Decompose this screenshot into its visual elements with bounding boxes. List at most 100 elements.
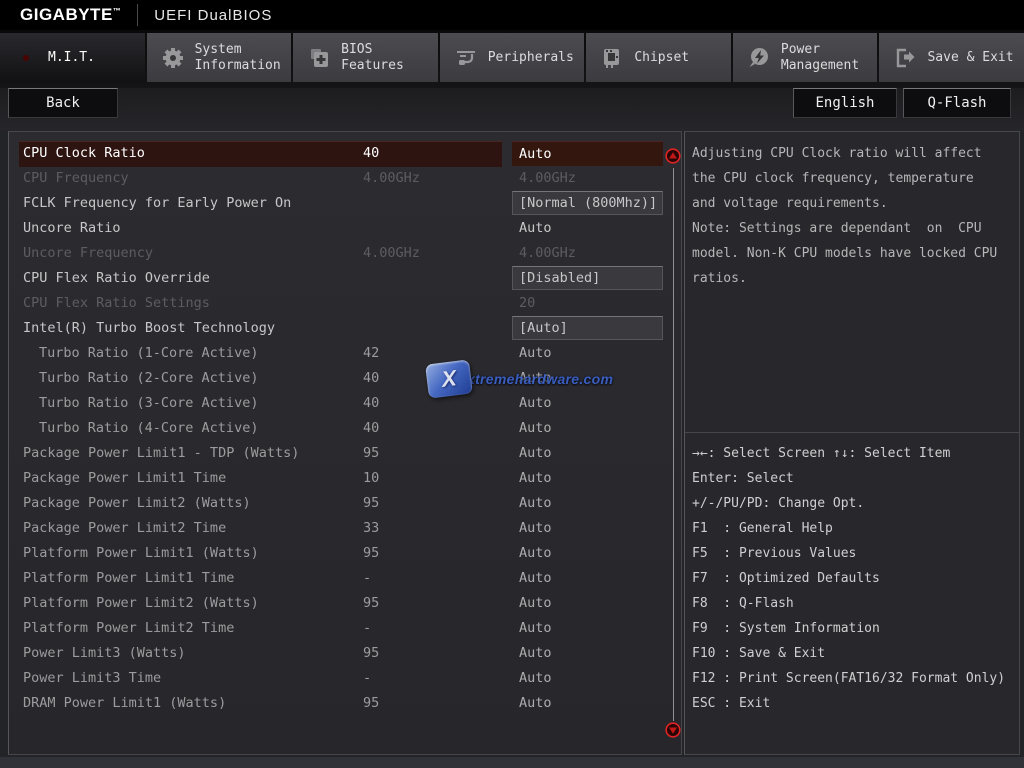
settings-list: CPU Clock Ratio 40 Auto CPU Frequency 4.… [9,141,681,716]
setting-label: DRAM Power Limit1 (Watts) [23,691,226,716]
settings-row[interactable]: Package Power Limit1 - TDP (Watts) 95 Au… [9,441,681,466]
tab-bios-features[interactable]: BIOS Features [293,33,438,82]
bottom-strip [0,757,1024,768]
setting-label: Package Power Limit1 Time [23,466,226,491]
setting-label: Platform Power Limit2 (Watts) [23,591,259,616]
key-legend-line: F8 : Q-Flash [692,591,1017,616]
help-line: model. Non-K CPU models have locked CPU [692,241,1015,266]
setting-value: 95 [363,641,379,666]
tab-save-exit[interactable]: Save & Exit [879,33,1024,82]
setting-label: CPU Frequency [23,166,129,191]
setting-option: Auto [512,641,663,666]
setting-label: Package Power Limit1 - TDP (Watts) [23,441,299,466]
help-line: Adjusting CPU Clock ratio will affect [692,141,1015,166]
setting-option: Auto [512,216,663,241]
setting-option: [Disabled] [512,266,663,290]
setting-value: 95 [363,691,379,716]
setting-value: 95 [363,441,379,466]
key-legend-line: F9 : System Information [692,616,1017,641]
bios-chip-icon [307,46,331,70]
qflash-button[interactable]: Q-Flash [903,88,1011,118]
settings-row[interactable]: CPU Flex Ratio Settings 20 [9,291,681,316]
key-legend-line: →←: Select Screen ↑↓: Select Item [692,441,1017,466]
tab-system-information[interactable]: System Information [147,33,292,82]
setting-option: Auto [512,416,663,441]
setting-label: Intel(R) Turbo Boost Technology [23,316,275,341]
setting-label: Uncore Ratio [23,216,121,241]
mit-led-icon [14,46,38,70]
setting-value: 95 [363,591,379,616]
setting-value: 4.00GHz [363,241,420,266]
setting-value: 10 [363,466,379,491]
setting-option: [Normal (800Mhz)] [512,191,663,215]
settings-row[interactable]: CPU Clock Ratio 40 Auto [9,141,681,166]
settings-row[interactable]: Intel(R) Turbo Boost Technology [Auto] [9,316,681,341]
settings-row[interactable]: Package Power Limit1 Time 10 Auto [9,466,681,491]
setting-label: Turbo Ratio (3-Core Active) [39,391,258,416]
setting-label: Platform Power Limit1 (Watts) [23,541,259,566]
setting-option: Auto [512,541,663,566]
settings-row[interactable]: Power Limit3 (Watts) 95 Auto [9,641,681,666]
settings-row[interactable]: Package Power Limit2 Time 33 Auto [9,516,681,541]
setting-label: Package Power Limit2 (Watts) [23,491,251,516]
chipset-icon [600,46,624,70]
setting-label: CPU Flex Ratio Override [23,266,210,291]
top-bar: GIGABYTE™ UEFI DualBIOS [0,0,1024,30]
back-button[interactable]: Back [8,88,118,118]
setting-label: Power Limit3 Time [23,666,161,691]
setting-value: 40 [363,366,379,391]
help-line: and voltage requirements. [692,191,1015,216]
setting-label: CPU Flex Ratio Settings [23,291,210,316]
key-legend-line: F1 : General Help [692,516,1017,541]
settings-row[interactable]: Platform Power Limit2 (Watts) 95 Auto [9,591,681,616]
key-legend-line: Enter: Select [692,466,1017,491]
setting-option: Auto [512,491,663,516]
settings-row[interactable]: CPU Frequency 4.00GHz 4.00GHz [9,166,681,191]
settings-row[interactable]: Turbo Ratio (1-Core Active) 42 Auto [9,341,681,366]
settings-row[interactable]: Package Power Limit2 (Watts) 95 Auto [9,491,681,516]
settings-row[interactable]: Uncore Ratio Auto [9,216,681,241]
setting-option: Auto [512,516,663,541]
setting-value: - [363,666,371,691]
setting-value: 40 [363,141,379,166]
settings-row[interactable]: Platform Power Limit1 (Watts) 95 Auto [9,541,681,566]
settings-row[interactable]: Uncore Frequency 4.00GHz 4.00GHz [9,241,681,266]
setting-option: 4.00GHz [512,166,663,191]
gear-icon [161,46,185,70]
setting-option: Auto [512,141,663,166]
setting-option: Auto [512,616,663,641]
settings-row[interactable]: DRAM Power Limit1 (Watts) 95 Auto [9,691,681,716]
tab-chipset[interactable]: Chipset [586,33,731,82]
setting-option: Auto [512,366,663,391]
key-legend-line: F7 : Optimized Defaults [692,566,1017,591]
setting-option: Auto [512,566,663,591]
gigabyte-logo: GIGABYTE™ [20,5,121,25]
setting-value: 4.00GHz [363,166,420,191]
help-line: ratios. [692,266,1015,291]
setting-label: Turbo Ratio (4-Core Active) [39,416,258,441]
help-line: the CPU clock frequency, temperature [692,166,1015,191]
settings-row[interactable]: Platform Power Limit1 Time - Auto [9,566,681,591]
settings-row[interactable]: Platform Power Limit2 Time - Auto [9,616,681,641]
power-bolt-icon [747,46,771,70]
tab-peripherals[interactable]: Peripherals [440,33,585,82]
language-button[interactable]: English [793,88,897,118]
settings-row[interactable]: Turbo Ratio (2-Core Active) 40 Auto [9,366,681,391]
trademark-symbol: ™ [113,6,122,15]
help-text: Adjusting CPU Clock ratio will affectthe… [692,141,1015,291]
tab-power-management[interactable]: Power Management [733,33,878,82]
setting-option: 4.00GHz [512,241,663,266]
setting-value: - [363,616,371,641]
setting-label: Uncore Frequency [23,241,153,266]
settings-row[interactable]: CPU Flex Ratio Override [Disabled] [9,266,681,291]
settings-row[interactable]: Turbo Ratio (4-Core Active) 40 Auto [9,416,681,441]
scroll-down-icon[interactable] [665,722,681,738]
scrollbar-track[interactable] [673,168,674,721]
key-legend-line: F10 : Save & Exit [692,641,1017,666]
settings-row[interactable]: Turbo Ratio (3-Core Active) 40 Auto [9,391,681,416]
scroll-up-icon[interactable] [665,148,681,164]
settings-row[interactable]: FCLK Frequency for Early Power On [Norma… [9,191,681,216]
tab-mit[interactable]: M.I.T. [0,33,145,82]
firmware-title: UEFI DualBIOS [154,7,272,24]
settings-row[interactable]: Power Limit3 Time - Auto [9,666,681,691]
